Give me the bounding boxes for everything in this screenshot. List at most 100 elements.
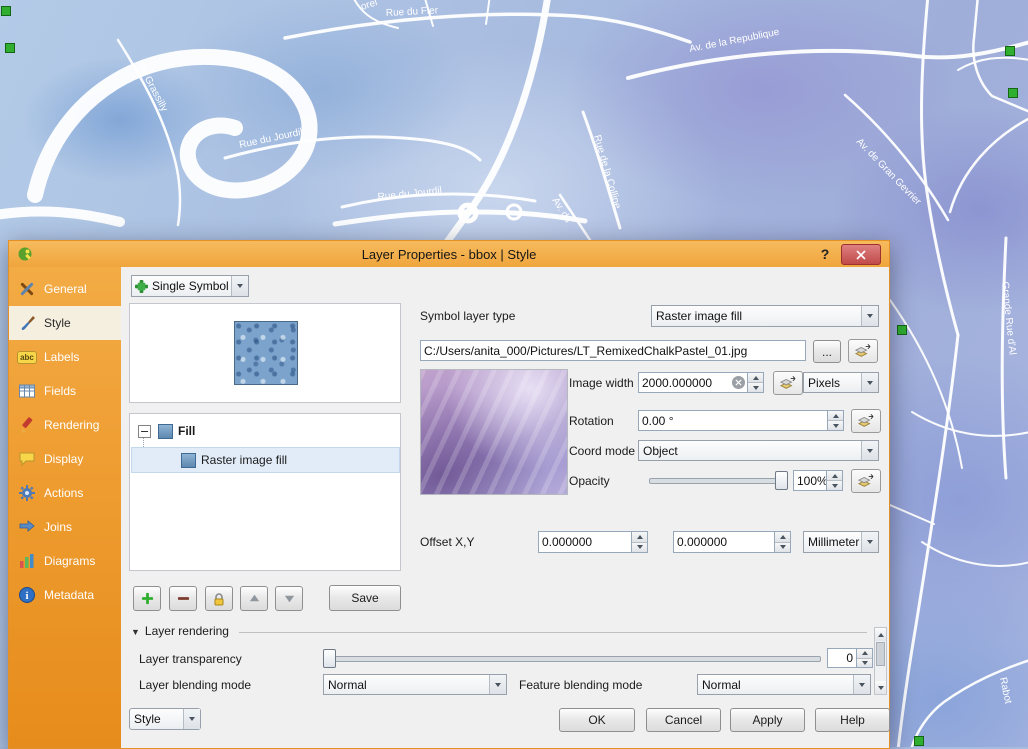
sidebar-item-label: General xyxy=(44,282,87,296)
chevron-down-icon xyxy=(489,675,506,694)
tree-row-raster-image-fill[interactable]: Raster image fill xyxy=(131,447,400,473)
layer-transparency-label: Layer transparency xyxy=(139,652,242,666)
symbol-preview-panel xyxy=(129,303,401,403)
sidebar-item-display[interactable]: Display xyxy=(9,442,121,476)
opacity-spinner[interactable] xyxy=(826,471,842,490)
offset-x-spinner[interactable] xyxy=(631,532,647,552)
tree-fill-label: Fill xyxy=(178,424,195,438)
map-road-label: Rabot xyxy=(997,676,1013,705)
save-symbol-button[interactable]: Save xyxy=(329,585,401,611)
image-width-unit-value: Pixels xyxy=(804,376,861,390)
scrollbar-track[interactable] xyxy=(875,641,886,681)
offset-x-value: 0.000000 xyxy=(539,535,631,549)
layer-transparency-value: 0 xyxy=(828,651,856,665)
fill-layer-icon xyxy=(158,424,173,439)
sidebar-item-general[interactable]: General xyxy=(9,272,121,306)
sidebar-item-metadata[interactable]: i Metadata xyxy=(9,578,121,612)
symbol-layer-type-label: Symbol layer type xyxy=(420,309,515,323)
layer-blending-mode-label: Layer blending mode xyxy=(139,678,251,692)
sidebar-item-labels[interactable]: abc Labels xyxy=(9,340,121,374)
coord-mode-combo[interactable]: Object xyxy=(638,440,879,461)
rotation-spinner[interactable] xyxy=(827,411,843,430)
image-width-value: 2000.000000 xyxy=(639,376,732,390)
opacity-input[interactable]: 100% xyxy=(793,470,843,491)
move-down-button[interactable] xyxy=(275,586,303,611)
properties-sidebar: General Style abc Labels Fields Renderin… xyxy=(9,267,121,748)
add-symbol-layer-button[interactable] xyxy=(133,586,161,611)
layer-transparency-slider[interactable] xyxy=(323,648,821,668)
rotation-input[interactable]: 0.00 ° xyxy=(638,410,844,431)
ok-button[interactable]: OK xyxy=(559,708,635,732)
close-button[interactable] xyxy=(841,244,881,265)
offset-x-input[interactable]: 0.000000 xyxy=(538,531,648,553)
slider-handle[interactable] xyxy=(775,471,788,490)
layer-rendering-header[interactable]: ▼Layer rendering xyxy=(131,624,229,638)
sidebar-item-joins[interactable]: Joins xyxy=(9,510,121,544)
symbol-layer-type-combo[interactable]: Raster image fill xyxy=(651,305,879,327)
sidebar-item-diagrams[interactable]: Diagrams xyxy=(9,544,121,578)
offset-unit-combo[interactable]: Millimeter xyxy=(803,531,879,553)
collapse-icon[interactable] xyxy=(138,425,151,438)
chevron-down-icon xyxy=(861,532,878,552)
feature-blending-mode-value: Normal xyxy=(698,678,853,692)
close-icon xyxy=(856,250,866,260)
remove-symbol-layer-button[interactable] xyxy=(169,586,197,611)
vertex-marker xyxy=(1005,46,1015,56)
browse-button[interactable]: ... xyxy=(813,340,841,363)
data-defined-icon xyxy=(857,473,875,489)
layer-transparency-spinner[interactable] xyxy=(856,649,872,667)
sidebar-item-fields[interactable]: Fields xyxy=(9,374,121,408)
renderer-combo[interactable]: Single Symbol xyxy=(131,275,249,297)
image-width-input[interactable]: 2000.000000 xyxy=(638,372,764,393)
chevron-down-icon xyxy=(861,441,878,460)
apply-button[interactable]: Apply xyxy=(730,708,805,732)
layer-rendering-scrollbar[interactable] xyxy=(874,627,887,695)
slider-handle[interactable] xyxy=(323,649,336,668)
offset-y-spinner[interactable] xyxy=(774,532,790,552)
layer-transparency-input[interactable]: 0 xyxy=(827,648,873,668)
info-icon: i xyxy=(17,586,37,604)
image-width-unit-combo[interactable]: Pixels xyxy=(803,372,879,393)
data-defined-override-button[interactable] xyxy=(851,469,881,493)
sidebar-item-actions[interactable]: Actions xyxy=(9,476,121,510)
sidebar-item-label: Display xyxy=(44,452,83,466)
layer-blending-mode-combo[interactable]: Normal xyxy=(323,674,507,695)
chevron-down-icon xyxy=(861,373,878,392)
layer-blending-mode-value: Normal xyxy=(324,678,489,692)
svg-text:i: i xyxy=(25,590,28,602)
clear-icon[interactable] xyxy=(732,376,745,389)
cancel-button[interactable]: Cancel xyxy=(646,708,721,732)
coord-mode-value: Object xyxy=(639,444,861,458)
sidebar-item-style[interactable]: Style xyxy=(9,306,121,340)
symbol-preview-swatch xyxy=(234,321,298,385)
lock-color-button[interactable] xyxy=(205,586,233,611)
data-defined-icon xyxy=(779,375,797,391)
feature-blending-mode-combo[interactable]: Normal xyxy=(697,674,871,695)
image-width-spinner[interactable] xyxy=(747,373,763,392)
help-button[interactable]: ? xyxy=(815,244,835,264)
image-path-input[interactable]: C:/Users/anita_000/Pictures/LT_RemixedCh… xyxy=(420,340,806,361)
group-divider xyxy=(239,632,867,633)
tree-row-fill[interactable]: Fill xyxy=(130,420,400,442)
opacity-slider[interactable] xyxy=(649,470,787,490)
help-button-footer[interactable]: Help xyxy=(815,708,890,732)
scroll-down-button[interactable] xyxy=(875,681,886,694)
opacity-value: 100% xyxy=(794,474,826,488)
scrollbar-thumb[interactable] xyxy=(876,642,885,666)
opacity-label: Opacity xyxy=(569,474,610,488)
dialog-titlebar[interactable]: Layer Properties - bbox | Style ? xyxy=(9,241,889,267)
move-up-button[interactable] xyxy=(240,586,268,611)
data-defined-override-button[interactable] xyxy=(851,409,881,433)
scroll-up-button[interactable] xyxy=(875,628,886,641)
offset-y-input[interactable]: 0.000000 xyxy=(673,531,791,553)
style-menu-button[interactable]: Style xyxy=(129,708,201,730)
join-arrow-icon xyxy=(17,518,37,536)
data-defined-override-button[interactable] xyxy=(773,371,803,395)
symbol-layer-type-value: Raster image fill xyxy=(652,309,861,323)
dialog-title: Layer Properties - bbox | Style xyxy=(9,247,889,262)
chevron-down-icon xyxy=(231,276,248,296)
sidebar-item-rendering[interactable]: Rendering xyxy=(9,408,121,442)
sidebar-item-label: Actions xyxy=(44,486,83,500)
sidebar-item-label: Metadata xyxy=(44,588,94,602)
data-defined-override-button[interactable] xyxy=(848,339,878,363)
